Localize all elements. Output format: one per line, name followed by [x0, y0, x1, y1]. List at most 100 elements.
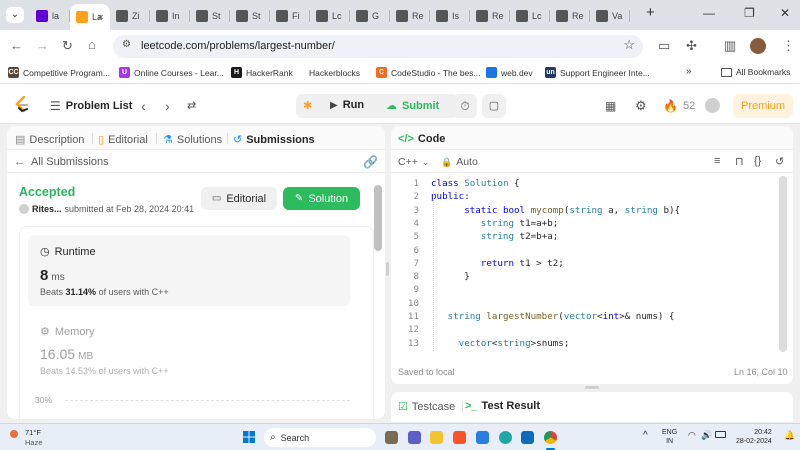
browser-tab[interactable]: St [230, 6, 270, 26]
left-scrollbar-thumb[interactable] [374, 185, 382, 251]
layout-icon[interactable]: ▦ [605, 99, 616, 113]
problem-list-button[interactable]: ☰ Problem List [50, 99, 132, 113]
notification-bell-icon[interactable]: 🔔 [784, 430, 795, 441]
code-line[interactable]: 4 string t1=a+b; [391, 218, 793, 231]
app-icon-mail[interactable] [521, 431, 534, 444]
all-submissions-link[interactable]: ← All Submissions [14, 156, 109, 168]
code-line[interactable]: 1 class Solution { [391, 178, 793, 191]
browser-tab[interactable]: Fi [270, 6, 310, 26]
all-bookmarks[interactable]: All Bookmarks [721, 67, 790, 77]
clock[interactable]: 20:42 28-02-2024 [736, 428, 772, 446]
settings-gear-icon[interactable]: ⚙ [635, 98, 647, 114]
browser-tab[interactable]: G [350, 6, 390, 26]
address-bar[interactable]: ⚙ leetcode.com/problems/largest-number/ … [113, 35, 643, 58]
auto-mode-button[interactable]: 🔒 Auto [441, 156, 478, 168]
share-link-icon[interactable]: 🔗 [363, 155, 378, 169]
battery-icon[interactable] [715, 431, 726, 438]
sidepanel-icon[interactable]: ▥ [724, 38, 736, 54]
taskbar-search[interactable]: ⌕ Search [264, 428, 376, 447]
code-line[interactable]: 2 public: [391, 191, 793, 204]
browser-tab[interactable]: Lc [310, 6, 350, 26]
browser-tab[interactable]: La ✕ [70, 4, 110, 30]
premium-button[interactable]: Premium [733, 94, 793, 118]
browser-tab[interactable]: Lc [510, 6, 550, 26]
code-line[interactable]: 10 [391, 298, 793, 311]
language-indicator[interactable]: ENG IN [662, 428, 677, 446]
wifi-icon[interactable]: ◠ [688, 430, 696, 441]
browser-tab[interactable]: la [30, 6, 70, 26]
runtime-card[interactable]: ◷ Runtime 8 ms Beats 31.14% of users wit… [28, 235, 350, 306]
forward-icon[interactable]: → [36, 38, 49, 53]
horizontal-splitter[interactable] [585, 386, 599, 389]
leetcode-logo[interactable] [14, 95, 30, 114]
braces-icon[interactable]: {} [754, 155, 761, 167]
browser-tab[interactable]: Re [550, 6, 590, 26]
submitter-name[interactable]: Rites... [32, 204, 62, 214]
extensions-icon[interactable]: ✣ [686, 38, 697, 54]
restore-icon[interactable]: ❐ [744, 6, 755, 20]
tab-submissions[interactable]: ↺ Submissions [233, 133, 315, 147]
app-icon-file-explorer[interactable] [430, 431, 443, 444]
bookmark-item[interactable]: CC Competitive Program... [8, 67, 110, 78]
app-icon-widgets[interactable] [385, 431, 398, 444]
timer-button[interactable]: ⏱ [453, 94, 477, 118]
code-line[interactable]: 12 [391, 324, 793, 337]
bookmark-star-icon[interactable]: ☆ [623, 37, 635, 53]
reload-icon[interactable]: ↻ [62, 38, 73, 54]
code-line[interactable]: 5 string t2=b+a; [391, 231, 793, 244]
bookmark-item[interactable]: web.dev [486, 67, 533, 78]
tab-code[interactable]: </> Code [398, 133, 445, 145]
app-icon-chrome[interactable] [544, 431, 557, 444]
debug-icon[interactable]: ✱ [303, 99, 312, 112]
minimize-icon[interactable]: — [703, 6, 715, 20]
tab-search-button[interactable]: ⌄ [6, 7, 24, 23]
bookmark-item[interactable]: H HackerRank [231, 67, 293, 78]
code-line[interactable]: 3 static bool mycomp(string a, string b)… [391, 205, 793, 218]
bookmark-item[interactable]: Hackerblocks [294, 67, 360, 78]
code-line[interactable]: 7 return t1 > t2; [391, 258, 793, 271]
new-tab-icon[interactable]: + [646, 4, 655, 21]
tab-test-result[interactable]: >_ Test Result [465, 400, 540, 412]
bookmark-item[interactable]: C CodeStudio - The bes... [376, 67, 481, 78]
vertical-splitter[interactable] [386, 262, 389, 276]
home-icon[interactable]: ⌂ [88, 37, 96, 52]
code-line[interactable]: 9 [391, 284, 793, 297]
submit-button[interactable]: ☁ Submit [386, 99, 439, 113]
browser-tab[interactable]: St [190, 6, 230, 26]
close-icon[interactable]: ✕ [780, 6, 790, 20]
streak-counter[interactable]: 🔥 52 [663, 99, 695, 113]
app-icon-edge[interactable] [499, 431, 512, 444]
shuffle-icon[interactable]: ⇄ [187, 99, 196, 112]
code-line[interactable]: 11 string largestNumber(vector<int>& num… [391, 311, 793, 324]
back-icon[interactable]: ← [10, 38, 23, 53]
solution-button[interactable]: ✎ Solution [283, 187, 360, 210]
app-icon-meet[interactable] [408, 431, 421, 444]
next-problem-icon[interactable]: › [165, 98, 170, 114]
code-editor[interactable]: 1 class Solution {2 public: 3 static bool m… [391, 178, 793, 358]
bookmark-item[interactable]: U Online Courses - Lear... [119, 67, 224, 78]
volume-icon[interactable]: 🔊 [701, 430, 712, 441]
code-line[interactable]: 6 [391, 245, 793, 258]
browser-tab[interactable]: Re [470, 6, 510, 26]
menu-icon[interactable]: ⋮ [782, 38, 795, 54]
format-icon[interactable]: ≡ [714, 155, 720, 167]
app-icon-brave[interactable] [453, 431, 466, 444]
more-bookmarks-icon[interactable]: » [686, 66, 692, 77]
bookmark-item[interactable]: un Support Engineer Inte... [545, 67, 650, 78]
memory-card[interactable]: ⚙ Memory 16.05 MB Beats 14.53% of users … [28, 316, 350, 386]
code-scrollbar-thumb[interactable] [779, 176, 787, 352]
tab-testcase[interactable]: ☑ Testcase [398, 400, 455, 414]
bookmark-icon[interactable]: ⊓ [735, 155, 744, 168]
tray-chevron-icon[interactable]: ^ [643, 430, 648, 441]
browser-tab[interactable]: In [150, 6, 190, 26]
cast-icon[interactable]: ▭ [658, 38, 670, 54]
tab-editorial[interactable]: ▯ Editorial [98, 133, 148, 147]
prev-problem-icon[interactable]: ‹ [141, 98, 146, 114]
site-info-icon[interactable]: ⚙ [122, 39, 131, 50]
browser-tab[interactable]: Is [430, 6, 470, 26]
app-icon-store[interactable] [476, 431, 489, 444]
run-button[interactable]: ▶ Run [330, 99, 364, 111]
language-select[interactable]: C++ ⌄ [398, 156, 429, 168]
reset-icon[interactable]: ↺ [775, 155, 784, 168]
browser-tab[interactable]: Va [590, 6, 630, 26]
